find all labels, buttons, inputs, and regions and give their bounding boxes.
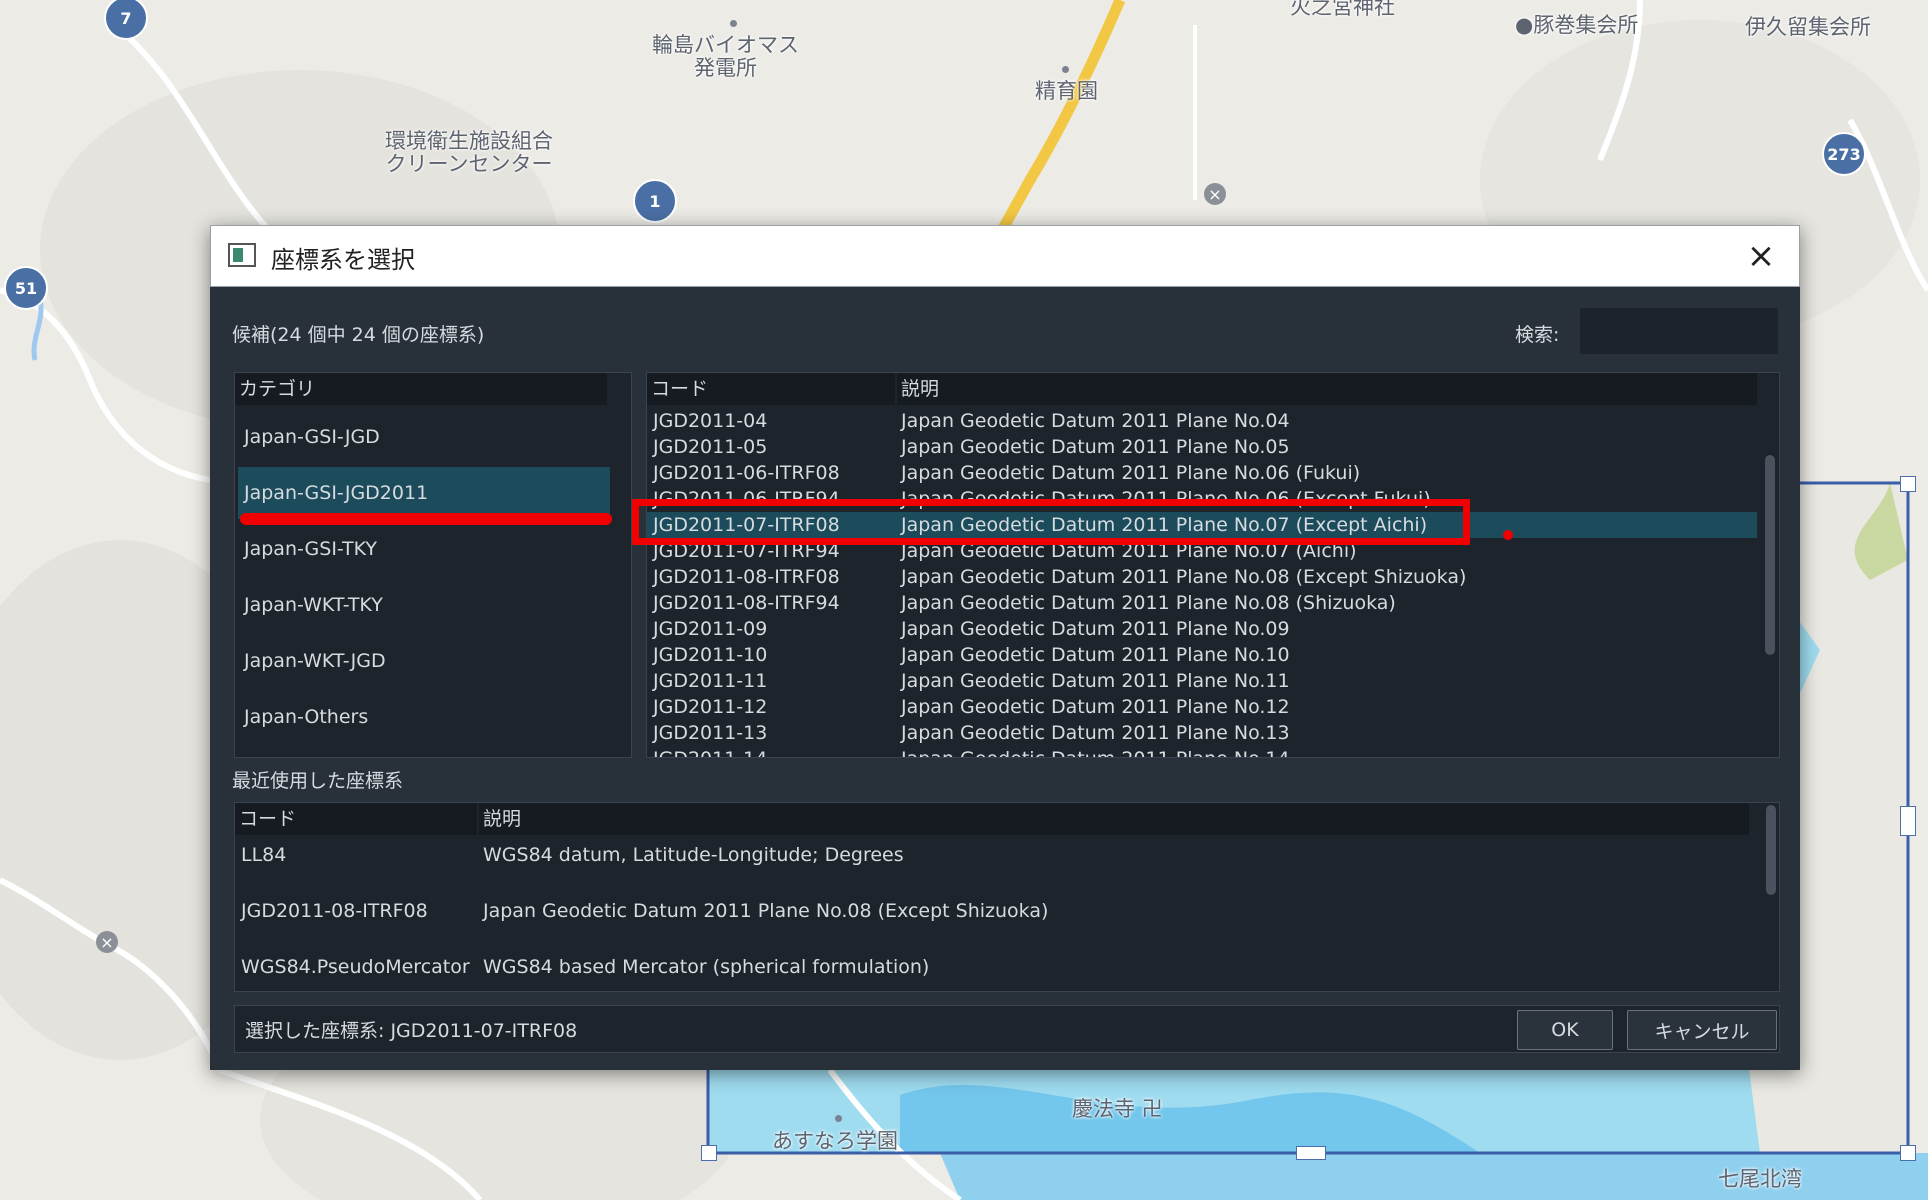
code-list-scrollbar-thumb[interactable] — [1765, 455, 1775, 655]
map-closed-icon: × — [96, 931, 118, 953]
code-row[interactable]: JGD2011-10 Japan Geodetic Datum 2011 Plan… — [647, 642, 1757, 668]
code-cell: JGD2011-14 — [653, 746, 767, 757]
map-poi-dot — [730, 20, 737, 27]
recent-list-scrollbar-thumb[interactable] — [1766, 805, 1776, 895]
map-closed-icon: × — [1204, 183, 1226, 205]
recent-description-cell: WGS84 based Mercator (spherical formulat… — [483, 956, 930, 978]
annotation-highlight-box — [632, 499, 1470, 545]
description-cell: Japan Geodetic Datum 2011 Plane No.05 — [901, 436, 1290, 458]
map-label-wajima-biomass: 輪島バイオマス 発電所 — [652, 33, 799, 81]
category-item[interactable]: Japan-WKT-JGD — [238, 635, 610, 687]
app-window-icon — [228, 243, 256, 267]
recent-row[interactable]: LL84 WGS84 datum, Latitude-Longitude; Deg… — [235, 827, 1745, 883]
selection-handle-s[interactable] — [1296, 1146, 1326, 1160]
category-item[interactable]: Japan-GSI-JGD — [238, 411, 610, 463]
map-label-hinomiya-jinja: 火之宮神社 — [1290, 0, 1395, 19]
code-row[interactable]: JGD2011-08-ITRF94 Japan Geodetic Datum 20… — [647, 590, 1757, 616]
category-item[interactable]: Japan-Others — [238, 691, 610, 743]
search-label: 検索: — [1515, 324, 1560, 346]
category-list[interactable]: カテゴリ Japan-GSI-JGD Japan-GSI-JGD2011 Japan… — [234, 372, 632, 758]
description-cell: Japan Geodetic Datum 2011 Plane No.08 (S… — [901, 592, 1396, 614]
description-cell: Japan Geodetic Datum 2011 Plane No.14 — [901, 746, 1290, 757]
selection-handle-se[interactable] — [1900, 1145, 1916, 1161]
map-poi-dot — [1062, 66, 1069, 73]
map-label-keihoji: 慶法寺 卍 — [1072, 1097, 1163, 1121]
code-cell: JGD2011-04 — [653, 410, 768, 432]
route-51-shield: 51 — [4, 266, 48, 310]
map-label-hamamaki: ●豚巻集会所 — [1515, 13, 1639, 37]
code-cell: JGD2011-13 — [653, 722, 768, 744]
close-icon[interactable]: × — [1741, 236, 1781, 276]
code-cell: JGD2011-08-ITRF08 — [653, 566, 840, 588]
description-cell: Japan Geodetic Datum 2011 Plane No.09 — [901, 618, 1290, 640]
selection-handle-ne[interactable] — [1900, 476, 1916, 492]
code-cell: JGD2011-06-ITRF08 — [653, 462, 840, 484]
description-cell: Japan Geodetic Datum 2011 Plane No.12 — [901, 696, 1290, 718]
description-cell: Japan Geodetic Datum 2011 Plane No.04 — [901, 410, 1290, 432]
map-label-asunaro: あすなろ学園 — [772, 1129, 898, 1153]
route-1-shield: 1 — [633, 179, 677, 223]
code-row[interactable]: JGD2011-13 Japan Geodetic Datum 2011 Plan… — [647, 720, 1757, 746]
code-row[interactable]: JGD2011-14 Japan Geodetic Datum 2011 Plan… — [647, 746, 1757, 757]
description-cell: Japan Geodetic Datum 2011 Plane No.08 (E… — [901, 566, 1467, 588]
code-row[interactable]: JGD2011-05 Japan Geodetic Datum 2011 Plan… — [647, 434, 1757, 460]
description-cell: Japan Geodetic Datum 2011 Plane No.10 — [901, 644, 1290, 666]
dialog-titlebar[interactable]: 座標系を選択 × — [210, 225, 1800, 287]
category-item[interactable]: Japan-WKT-TKY — [238, 579, 610, 631]
code-row[interactable]: JGD2011-08-ITRF08 Japan Geodetic Datum 20… — [647, 564, 1757, 590]
map-label-ikuru: 伊久留集会所 — [1745, 15, 1871, 39]
recent-row[interactable]: WGS84.PseudoMercator WGS84 based Mercator… — [235, 939, 1745, 991]
code-column-header[interactable]: コード — [647, 373, 895, 405]
annotation-dot — [1503, 530, 1513, 540]
code-row[interactable]: JGD2011-06-ITRF08 Japan Geodetic Datum 20… — [647, 460, 1757, 486]
description-cell: Japan Geodetic Datum 2011 Plane No.13 — [901, 722, 1290, 744]
recent-code-cell: LL84 — [241, 844, 287, 866]
code-cell: JGD2011-11 — [653, 670, 768, 692]
category-column-header[interactable]: カテゴリ — [235, 373, 607, 405]
dialog-title: 座標系を選択 — [271, 246, 415, 274]
selection-handle-e[interactable] — [1900, 806, 1916, 836]
recent-code-cell: JGD2011-08-ITRF08 — [241, 900, 428, 922]
code-list-scrollbar[interactable] — [1764, 405, 1776, 757]
description-column-header[interactable]: 説明 — [897, 373, 1757, 405]
map-poi-dot — [835, 1115, 842, 1122]
search-input[interactable] — [1580, 308, 1778, 354]
recent-code-cell: WGS84.PseudoMercator — [241, 956, 470, 978]
route-273-shield: 273 — [1822, 132, 1866, 176]
annotation-underline — [240, 513, 612, 525]
map-label-nanao-kitawan: 七尾北湾 — [1718, 1167, 1802, 1191]
recent-label: 最近使用した座標系 — [232, 770, 404, 792]
cancel-button[interactable]: キャンセル — [1627, 1010, 1777, 1050]
category-item[interactable]: Japan-GSI-TKY — [238, 523, 610, 575]
category-item[interactable]: Japan-GSI-JGD2011 — [238, 467, 610, 519]
recent-list[interactable]: コード 説明 LL84 WGS84 datum, Latitude-Longitu… — [234, 802, 1780, 992]
code-row[interactable]: JGD2011-09 Japan Geodetic Datum 2011 Plan… — [647, 616, 1757, 642]
code-row[interactable]: JGD2011-11 Japan Geodetic Datum 2011 Plan… — [647, 668, 1757, 694]
coordinate-system-dialog: 座標系を選択 × 候補(24 個中 24 個の座標系) 検索: カテゴリ Jap… — [210, 225, 1800, 1070]
description-cell: Japan Geodetic Datum 2011 Plane No.06 (F… — [901, 462, 1361, 484]
description-cell: Japan Geodetic Datum 2011 Plane No.11 — [901, 670, 1290, 692]
selected-coordinate-system: 選択した座標系: JGD2011-07-ITRF08 — [245, 1016, 577, 1043]
map-label-kankyo-eisei: 環境衛生施設組合 クリーンセンター — [385, 129, 553, 177]
code-cell: JGD2011-09 — [653, 618, 768, 640]
recent-description-cell: WGS84 datum, Latitude-Longitude; Degrees — [483, 844, 904, 866]
code-cell: JGD2011-10 — [653, 644, 768, 666]
code-row[interactable]: JGD2011-12 Japan Geodetic Datum 2011 Plan… — [647, 694, 1757, 720]
recent-description-cell: Japan Geodetic Datum 2011 Plane No.08 (E… — [483, 900, 1049, 922]
code-list[interactable]: コード 説明 JGD2011-04 Japan Geodetic Datum 20… — [646, 372, 1780, 758]
selection-handle-sw[interactable] — [701, 1145, 717, 1161]
selected-prefix: 選択した座標系: — [245, 1020, 385, 1042]
code-cell: JGD2011-05 — [653, 436, 768, 458]
code-cell: JGD2011-08-ITRF94 — [653, 592, 840, 614]
recent-list-scrollbar[interactable] — [1765, 805, 1777, 991]
candidates-label: 候補(24 個中 24 個の座標系) — [232, 324, 485, 346]
code-cell: JGD2011-12 — [653, 696, 768, 718]
ok-button[interactable]: OK — [1517, 1010, 1613, 1050]
selection-status-bar: 選択した座標系: JGD2011-07-ITRF08 OK キャンセル — [234, 1005, 1780, 1053]
selected-value: JGD2011-07-ITRF08 — [390, 1020, 578, 1042]
recent-row[interactable]: JGD2011-08-ITRF08 Japan Geodetic Datum 20… — [235, 883, 1745, 939]
map-label-seiikuen: 精育園 — [1035, 79, 1098, 103]
code-row[interactable]: JGD2011-04 Japan Geodetic Datum 2011 Plan… — [647, 408, 1757, 434]
